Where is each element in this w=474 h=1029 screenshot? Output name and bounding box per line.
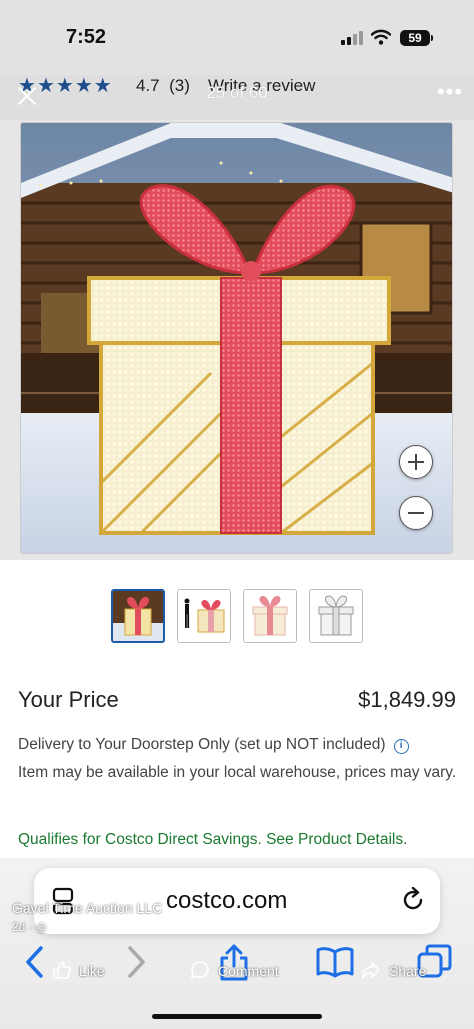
gallery-header: ★ ★ ★ ★ ★ 4.7 (3) Write a review 25 of 60 ••…	[0, 75, 474, 120]
wifi-icon	[371, 29, 391, 45]
product-price: $1,849.99	[358, 687, 456, 712]
zoom-out-button[interactable]	[399, 496, 433, 530]
post-time: 2d · ◎	[12, 920, 47, 934]
battery-icon: 59	[400, 30, 433, 46]
url-text[interactable]: costco.com	[166, 887, 287, 915]
zoom-in-button[interactable]	[399, 445, 433, 479]
comment-button[interactable]: Comment	[218, 963, 279, 979]
forward-icon[interactable]	[125, 942, 149, 982]
comment-icon[interactable]	[190, 960, 210, 980]
share-button[interactable]: Share	[389, 963, 426, 979]
home-indicator	[152, 1014, 322, 1019]
like-button[interactable]: Like	[79, 963, 105, 979]
share-arrow-icon[interactable]	[361, 960, 381, 980]
globe-icon: ◎	[36, 920, 47, 934]
reload-icon[interactable]	[400, 887, 426, 913]
info-icon[interactable]: i	[393, 739, 409, 754]
direct-savings-link[interactable]: Qualifies for Costco Direct Savings. See…	[18, 831, 407, 849]
clock: 7:52	[66, 26, 107, 48]
more-options-icon[interactable]: •••	[437, 81, 463, 103]
status-bar: 7:52 59	[0, 0, 474, 75]
like-icon[interactable]	[52, 960, 72, 980]
delivery-note: Delivery to Your Doorstep Only (set up N…	[18, 736, 458, 754]
price-label: Your Price	[18, 687, 119, 712]
availability-note: Item may be available in your local ware…	[18, 764, 457, 781]
bookmarks-icon[interactable]	[315, 942, 355, 982]
gift-box-light-image	[21, 123, 452, 553]
thumbnail-2[interactable]	[177, 589, 231, 643]
thumbnail-4[interactable]	[309, 589, 363, 643]
thumbnail-3[interactable]	[243, 589, 297, 643]
product-main-image[interactable]	[20, 122, 453, 554]
post-author[interactable]: Gavel Time Auction LLC	[12, 900, 162, 916]
thumbnail-1[interactable]	[111, 589, 165, 643]
cellular-signal-icon	[341, 31, 363, 45]
thumbnail-strip	[111, 589, 363, 643]
back-icon[interactable]	[22, 942, 46, 982]
image-counter: 25 of 60	[206, 83, 268, 102]
